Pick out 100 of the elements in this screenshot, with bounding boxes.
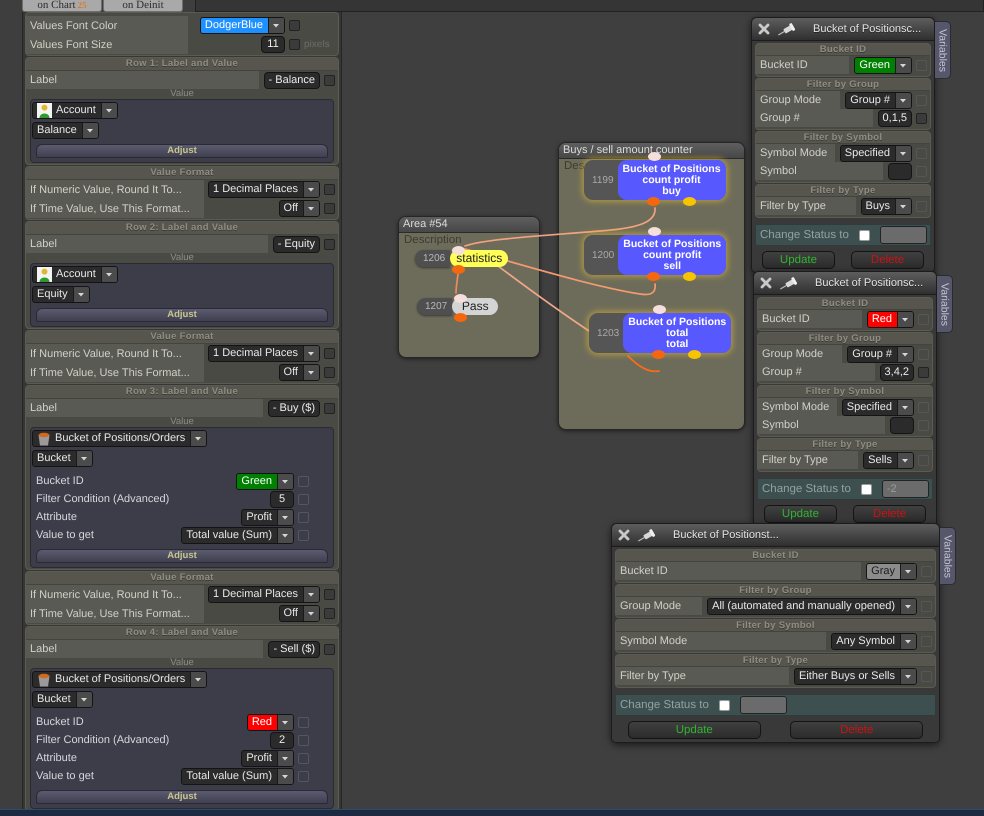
dropdown[interactable]: Off [278,605,320,622]
connector-dot-icon[interactable] [648,227,661,236]
dropdown[interactable]: Profit [241,508,294,526]
adjust-button[interactable]: Adjust [36,144,328,158]
pin-icon[interactable] [776,22,798,36]
checkbox[interactable] [916,112,927,124]
pin-icon[interactable] [778,276,800,290]
input-field[interactable]: 5 [270,490,294,508]
input-field[interactable]: - Equity [272,236,320,252]
node-number[interactable]: 1207 [417,298,452,315]
dropdown[interactable]: Green [854,56,912,74]
dropdown[interactable]: Sells [863,452,914,468]
checkbox[interactable] [718,700,730,710]
variables-tab[interactable]: Variables [940,527,956,585]
dropdown[interactable]: Red [246,714,294,730]
dropdown[interactable]: Any Symbol [831,632,917,650]
node-number[interactable]: 1206 [415,250,450,267]
dropdown[interactable]: 1 Decimal Places [208,181,320,198]
dropdown[interactable]: Total value (Sum) [181,526,294,544]
checkbox[interactable] [324,203,335,214]
flow-node[interactable]: 1199 Bucket of Positions count profit buy [584,160,726,200]
dropdown[interactable]: Bucket [32,450,93,467]
field-label: Group # [758,363,875,381]
checkbox[interactable] [324,608,335,619]
dropdown[interactable]: Total value (Sum) [181,768,294,784]
checkbox[interactable] [289,39,300,50]
variables-tab[interactable]: Variables [937,275,953,333]
connector-dot-icon[interactable] [454,313,467,322]
pin-icon[interactable] [636,528,658,542]
adjust-button[interactable]: Adjust [36,549,328,563]
input-field[interactable] [740,696,787,714]
connector-dot-icon[interactable] [683,272,696,281]
input-field[interactable] [890,416,914,434]
connector-dot-icon[interactable] [647,197,660,206]
checkbox[interactable] [324,589,335,600]
dropdown[interactable]: Either Buys or Sells [794,668,917,684]
dropdown[interactable]: All (automated and manually opened) [707,598,917,614]
flow-node[interactable]: 1203 Bucket of Positions total total [589,313,732,353]
tab[interactable]: on Chart 25 [22,0,102,12]
dropdown[interactable]: Buys [860,198,912,214]
checkbox[interactable] [324,348,335,359]
connector-dot-icon[interactable] [683,197,696,206]
dropdown[interactable]: Off [278,200,320,217]
checkbox[interactable] [324,74,335,86]
checkbox[interactable] [324,402,335,414]
connector-dot-icon[interactable] [452,246,465,255]
update-button[interactable]: Update [762,251,835,269]
dropdown[interactable]: Equity [32,286,90,303]
connector-dot-icon[interactable] [647,272,660,281]
checkbox[interactable] [289,20,300,31]
dropdown[interactable]: Account [32,266,118,283]
dropdown[interactable]: Bucket of Positions/Orders [32,671,208,688]
dropdown[interactable]: Specified [842,398,914,416]
input-field[interactable] [888,162,912,180]
connector-dot-icon[interactable] [688,350,701,359]
checkbox[interactable] [918,366,929,378]
dropdown[interactable]: Off [278,364,320,381]
close-icon[interactable] [618,529,630,541]
connector-dot-icon[interactable] [653,305,666,314]
tab[interactable]: on Deinit [103,0,183,12]
dropdown[interactable]: Group # [847,346,914,362]
dropdown[interactable]: Specified [840,144,912,162]
connector-dot-icon[interactable] [452,265,465,274]
connector-dot-icon[interactable] [454,294,467,303]
dropdown[interactable]: Group # [845,92,912,108]
close-icon[interactable] [760,277,772,289]
checkbox[interactable] [324,238,335,250]
dropdown[interactable]: Account [32,102,118,119]
input-field[interactable]: 11 [261,36,285,53]
checkbox[interactable] [858,230,870,240]
node-number: 1203 [597,328,620,338]
checkbox[interactable] [324,367,335,378]
checkbox[interactable] [860,484,872,494]
flow-node[interactable]: 1200 Bucket of Positions count profit sell [584,235,726,275]
input-field[interactable]: 2 [270,732,294,748]
input-field[interactable]: - Sell ($) [268,640,320,658]
close-icon[interactable] [758,23,770,35]
connector-dot-icon[interactable] [648,152,661,161]
input-field[interactable]: - Buy ($) [268,400,320,416]
input-field[interactable]: - Balance [264,72,320,88]
input-field[interactable] [880,226,927,244]
checkbox[interactable] [324,184,335,195]
adjust-button[interactable]: Adjust [36,308,328,322]
adjust-button[interactable]: Adjust [36,790,328,804]
dropdown[interactable]: Balance [32,122,99,139]
dropdown[interactable]: Green [236,472,294,490]
connector-dot-icon[interactable] [652,350,665,359]
dropdown[interactable]: Bucket of Positions/Orders [32,430,208,447]
input-field[interactable]: 3,4,2 [880,364,914,380]
dropdown[interactable]: 1 Decimal Places [208,586,320,603]
update-button[interactable]: Update [764,505,837,523]
dropdown[interactable]: Bucket [32,691,93,708]
dropdown[interactable]: Gray [866,562,917,580]
dropdown[interactable]: Red [866,310,914,328]
dropdown[interactable]: Profit [241,750,294,766]
update-button[interactable]: Update [628,721,761,739]
input-field[interactable]: 0,1,5 [878,110,912,126]
checkbox[interactable] [324,644,335,654]
variables-tab[interactable]: Variables [935,21,951,79]
dropdown[interactable]: 1 Decimal Places [208,345,320,362]
